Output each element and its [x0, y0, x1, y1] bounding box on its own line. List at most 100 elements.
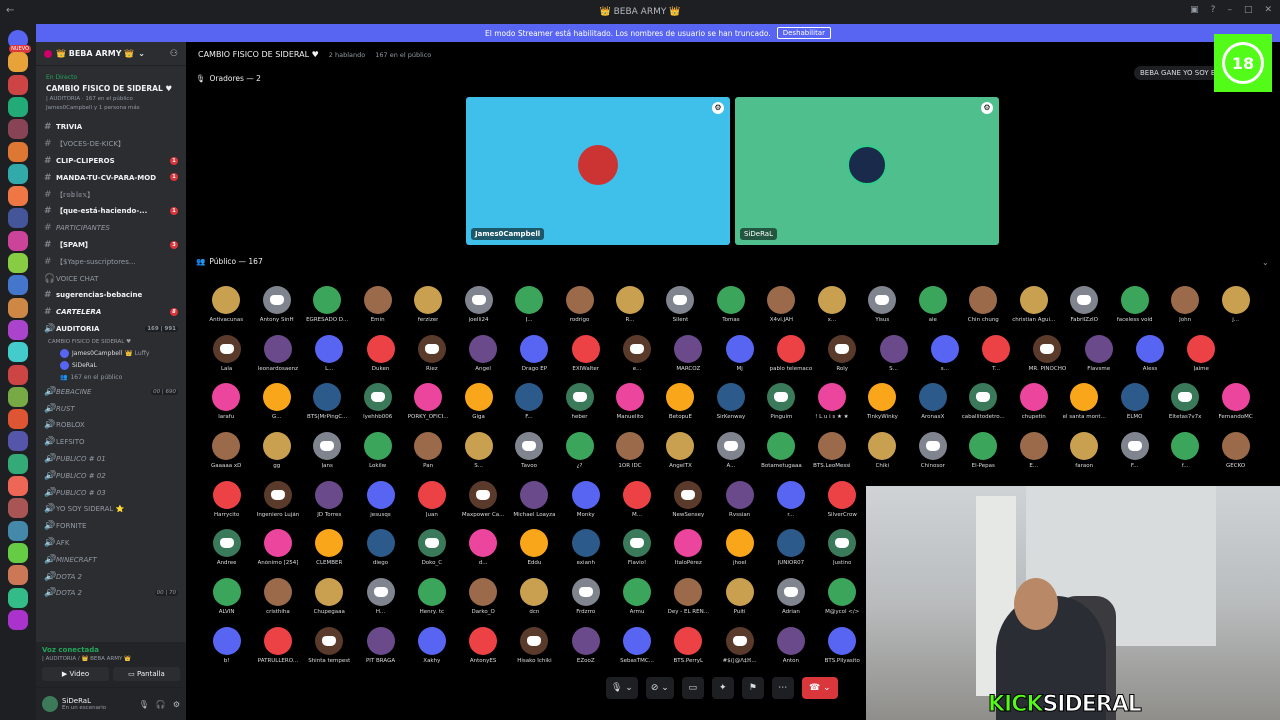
channel-item[interactable]: # 【$Yape-suscriptores... — [36, 253, 186, 270]
server-header[interactable]: 👑 BEBA ARMY 👑 ⌄ ⚇ — [36, 42, 186, 66]
audience-member[interactable]: F... — [1109, 430, 1159, 479]
audience-member[interactable]: G... — [251, 381, 301, 430]
channel-item[interactable]: 🔊 ROBLOX — [36, 417, 186, 434]
channel-item[interactable]: 🔊 YO SOY SIDERAL ⭐ — [36, 501, 186, 518]
audience-member[interactable]: EXIWalter — [560, 333, 611, 382]
server-icon[interactable] — [8, 476, 28, 496]
audience-member[interactable]: PORKY_OFICI... — [403, 381, 453, 430]
server-icon[interactable] — [8, 587, 28, 608]
audience-member[interactable]: PIT BRAGA — [355, 625, 406, 674]
channel-item[interactable]: # 【𝕣𝕠𝕓𝕝𝕠𝕩】 — [36, 186, 186, 203]
audience-member[interactable]: MR. PINOCHO — [1022, 333, 1073, 382]
audience-member[interactable]: Armu — [611, 576, 662, 625]
audience-member[interactable]: S... — [868, 333, 919, 382]
audience-member[interactable]: Flavsme — [1073, 333, 1124, 382]
audience-member[interactable]: ! L u i s ★ ★ — [807, 381, 857, 430]
audience-member[interactable]: Jans — [302, 430, 352, 479]
home-icon[interactable]: NUEVO — [8, 30, 31, 53]
audience-member[interactable]: Chiki — [857, 430, 907, 479]
audience-member[interactable]: larafu — [201, 381, 251, 430]
audience-member[interactable]: faceless void — [1109, 284, 1159, 333]
channel-item[interactable]: # CARTELERA 8 — [36, 304, 186, 321]
microphone-icon[interactable]: 🎙 — [139, 700, 149, 709]
audience-member[interactable]: chupetin — [1009, 381, 1059, 430]
gear-icon[interactable]: ⚙ — [712, 102, 724, 114]
channel-item[interactable]: # 【que-está-haciendo-... 1 — [36, 203, 186, 220]
audience-member[interactable]: H... — [355, 576, 406, 625]
channel-item[interactable]: # CLIP-CLIPEROS 1 — [36, 153, 186, 170]
audience-member[interactable]: Gaaaaa xD — [201, 430, 251, 479]
audience-member[interactable]: FernandoMC — [1210, 381, 1260, 430]
server-icon[interactable] — [8, 319, 28, 340]
audience-member[interactable]: SilverCrow — [817, 479, 868, 528]
channel-item[interactable]: 🔊 MINECRAFT — [36, 551, 186, 568]
audience-member[interactable]: Roly — [817, 333, 868, 382]
audience-member[interactable]: Xakhy — [406, 625, 457, 674]
audience-member[interactable]: e... — [611, 333, 662, 382]
audience-member[interactable]: ferzizer — [403, 284, 453, 333]
audience-member[interactable]: b! — [201, 625, 252, 674]
audience-member[interactable]: diego — [355, 527, 406, 576]
live-event-card[interactable]: En Directo CAMBIO FISICO DE SIDERAL ♥ | … — [42, 70, 180, 115]
server-icon[interactable] — [8, 74, 28, 95]
audience-member[interactable]: Monky — [560, 479, 611, 528]
audience-member[interactable]: Rvssian — [714, 479, 765, 528]
avatar[interactable] — [42, 696, 58, 712]
channel-item[interactable]: 🔊 RUST — [36, 400, 186, 417]
audience-member[interactable]: Juan — [406, 479, 457, 528]
audience-member[interactable]: ALVIN — [201, 576, 252, 625]
audience-member[interactable]: heber — [554, 381, 604, 430]
audience-member[interactable]: cristhiha — [252, 576, 303, 625]
channel-item[interactable]: 🔊 PUBLICO # 02 — [36, 467, 186, 484]
server-icon[interactable] — [8, 163, 28, 184]
audience-member[interactable]: r... — [765, 479, 816, 528]
audience-member[interactable]: X4vi.JAH — [756, 284, 806, 333]
maximize-button[interactable]: □ — [1244, 5, 1253, 15]
channel-item[interactable]: # sugerencias-bebacine — [36, 287, 186, 304]
audience-member[interactable]: EGRESADO D... — [302, 284, 352, 333]
audience-member[interactable]: Ingeniero Luján — [252, 479, 303, 528]
audience-member[interactable]: pablo telemaco — [765, 333, 816, 382]
audience-member[interactable]: Manuelito — [605, 381, 655, 430]
gear-icon[interactable]: ⚙ — [981, 102, 993, 114]
audience-member[interactable]: Pan — [403, 430, 453, 479]
audience-member[interactable]: Lokilw — [352, 430, 402, 479]
audience-member[interactable]: ¿? — [554, 430, 604, 479]
server-icon[interactable] — [8, 119, 28, 140]
headphones-icon[interactable]: 🎧 — [156, 700, 166, 709]
minimize-button[interactable]: – — [1227, 5, 1232, 15]
audience-member[interactable]: joelli24 — [453, 284, 503, 333]
audience-member[interactable]: Aless — [1124, 333, 1175, 382]
audience-member[interactable]: Flavio! — [611, 527, 662, 576]
audience-member[interactable]: christian Agui... — [1009, 284, 1059, 333]
disable-streamer-button[interactable]: Deshabilitar — [776, 27, 831, 39]
server-icon[interactable] — [8, 409, 28, 430]
audience-member[interactable]: jesusqs — [355, 479, 406, 528]
server-icon[interactable] — [8, 96, 28, 117]
audience-member[interactable]: exianh — [560, 527, 611, 576]
channel-item[interactable]: 🔊 BEBACINE 00 | 690 — [36, 383, 186, 400]
audience-member[interactable]: faraon — [1059, 430, 1109, 479]
audience-member[interactable]: BetopuE — [655, 381, 705, 430]
audience-member[interactable]: Dey - EL REN... — [663, 576, 714, 625]
audience-member[interactable]: EZooZ — [560, 625, 611, 674]
channel-item[interactable]: # 【SPAM】 3 — [36, 237, 186, 254]
audience-member[interactable]: Mj — [714, 333, 765, 382]
audience-member[interactable]: F... — [504, 381, 554, 430]
audience-member[interactable]: ELMO — [1109, 381, 1159, 430]
audience-member[interactable]: Chupegaaa — [304, 576, 355, 625]
audience-member[interactable]: Chinosor — [908, 430, 958, 479]
leave-stage-button[interactable]: ☎ ⌄ — [801, 677, 838, 699]
audience-member[interactable]: x... — [807, 284, 857, 333]
channel-item[interactable]: 🔊 DOTA 2 00 | 70 — [36, 585, 186, 602]
audience-member[interactable]: dcn — [509, 576, 560, 625]
audience-member[interactable]: Puiti — [714, 576, 765, 625]
chevron-down-icon[interactable]: ⌄ — [1262, 258, 1269, 267]
audience-member[interactable]: NewSensey — [663, 479, 714, 528]
add-member-icon[interactable]: ⚇ — [170, 49, 178, 59]
channel-item[interactable]: 🔊 PUBLICO # 03 — [36, 484, 186, 501]
audience-member[interactable]: Harrycito — [201, 479, 252, 528]
server-icon[interactable] — [8, 342, 28, 363]
audience-member[interactable]: Tavoo — [504, 430, 554, 479]
audience-member[interactable]: BTS.Pllyasito — [817, 625, 868, 674]
